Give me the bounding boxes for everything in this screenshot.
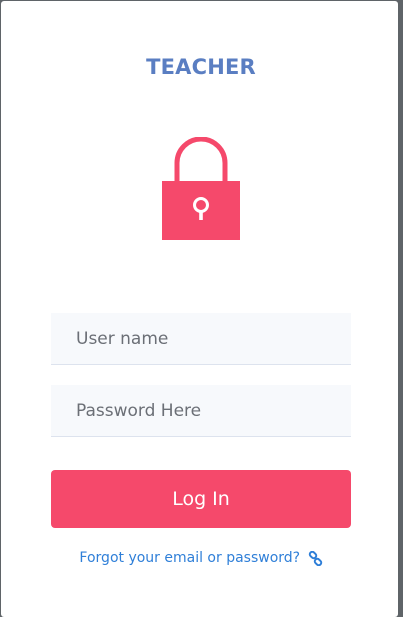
forgot-password-link[interactable]: Forgot your email or password? [1,550,401,566]
page-title: TEACHER [146,55,256,79]
password-input[interactable] [51,385,351,437]
login-button[interactable]: Log In [51,470,351,528]
username-input[interactable] [51,313,351,365]
login-card: TEACHER Log In Forgot your email or pass… [1,1,398,617]
link-icon [308,550,322,566]
lock-icon [162,137,240,240]
forgot-password-label: Forgot your email or password? [79,550,301,566]
